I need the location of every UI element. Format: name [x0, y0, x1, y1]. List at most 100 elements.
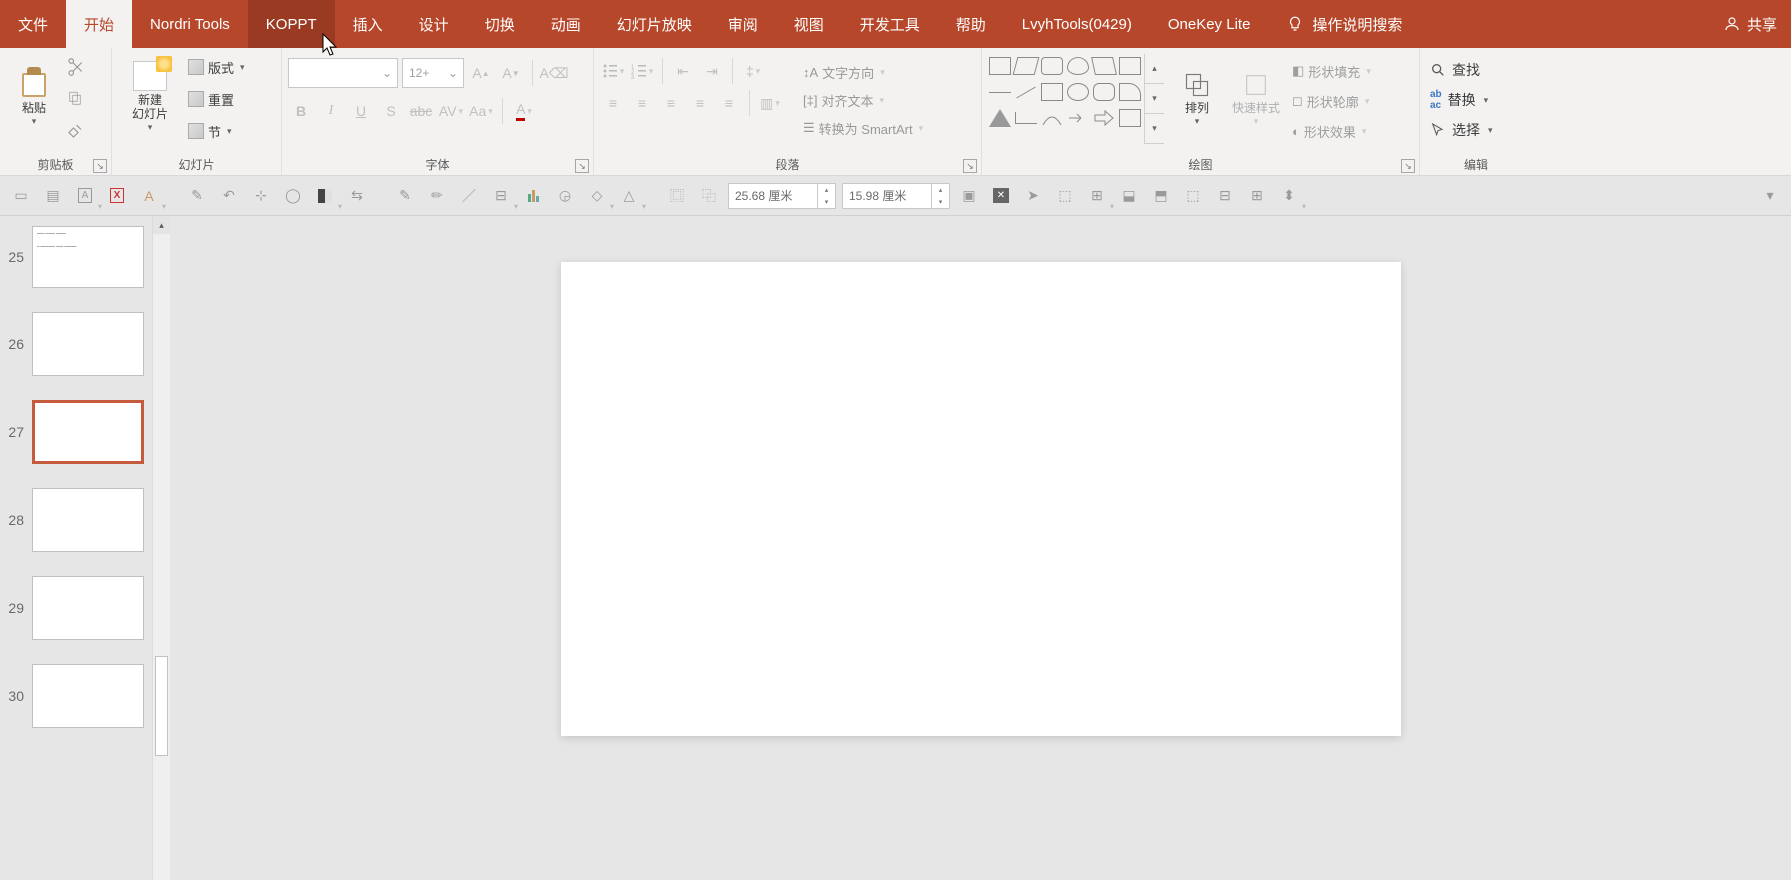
qt-shape-b[interactable]: △	[616, 183, 642, 209]
shape-arrow-right-icon[interactable]	[1067, 109, 1089, 127]
spin-up-icon[interactable]: ▴	[931, 184, 949, 196]
qt-tool-5[interactable]: A	[136, 183, 162, 209]
tab-developer[interactable]: 开发工具	[842, 0, 938, 48]
qt-group-2[interactable]: ⿻	[696, 183, 722, 209]
tell-me-search[interactable]: 操作说明搜索	[1268, 0, 1420, 48]
arrange-button[interactable]: 排列 ▾	[1174, 54, 1220, 144]
qt-eyedrop-3[interactable]: ／	[456, 183, 482, 209]
shapes-gallery[interactable]: ▴ ▾ ▾	[988, 54, 1166, 144]
qt-tool-4[interactable]: X	[104, 183, 130, 209]
qt-distribute[interactable]: ⊞	[1084, 183, 1110, 209]
qt-misc-3[interactable]: ⊞	[1244, 183, 1270, 209]
qt-align[interactable]: ⊟	[488, 183, 514, 209]
dialog-launcher-icon[interactable]: ↘	[963, 159, 977, 173]
qt-misc-4[interactable]: ⬍	[1276, 183, 1302, 209]
shape-round-rect2-icon[interactable]	[1093, 83, 1115, 101]
gallery-more-icon[interactable]: ▾	[1145, 114, 1164, 144]
shape-arrow-block-icon[interactable]	[1093, 109, 1115, 127]
tab-file[interactable]: 文件	[0, 0, 66, 48]
dialog-launcher-icon[interactable]: ↘	[1401, 159, 1415, 173]
tab-animations[interactable]: 动画	[533, 0, 599, 48]
shape-oval-icon[interactable]	[1067, 83, 1089, 101]
slide-thumbnail-active[interactable]	[32, 400, 144, 464]
slide-thumbnail[interactable]: ━━━ ━━━━ ━━━━━ ━━━━━━ ━━━ ━━━━━	[32, 226, 144, 288]
font-size-combo[interactable]: 12+⌄	[402, 58, 464, 88]
shape-callout-icon[interactable]	[1067, 57, 1089, 75]
slide-thumbnail[interactable]	[32, 664, 144, 728]
qt-circle[interactable]: ◯	[280, 183, 306, 209]
shape-rectangle-icon[interactable]	[989, 57, 1011, 75]
qt-palette[interactable]	[312, 183, 338, 209]
qt-snap[interactable]: ⬚	[1052, 183, 1078, 209]
qt-pen-3[interactable]: ⊹	[248, 183, 274, 209]
slide-thumbnail[interactable]	[32, 576, 144, 640]
qt-bringfront[interactable]: ⬒	[1148, 183, 1174, 209]
tab-home[interactable]: 开始	[66, 0, 132, 48]
slide-canvas-area[interactable]	[170, 216, 1791, 880]
qt-misc-2[interactable]: ⊟	[1212, 183, 1238, 209]
qt-tool-2[interactable]: ▤	[40, 183, 66, 209]
qt-pen-1[interactable]: ✎	[184, 183, 210, 209]
shape-snip-rect-icon[interactable]	[1119, 83, 1141, 101]
qt-pen-2[interactable]: ↶	[216, 183, 242, 209]
qt-shape-a[interactable]: ◇	[584, 183, 610, 209]
qt-lock[interactable]: ▣	[956, 183, 982, 209]
qt-close[interactable]: ✕	[988, 183, 1014, 209]
shape-line-icon[interactable]	[989, 92, 1011, 93]
tab-view[interactable]: 视图	[776, 0, 842, 48]
tab-lvyhtools[interactable]: LvyhTools(0429)	[1004, 0, 1150, 48]
tab-slideshow[interactable]: 幻灯片放映	[599, 0, 710, 48]
qt-donut[interactable]: ◶	[552, 183, 578, 209]
slide-thumbnail[interactable]	[32, 488, 144, 552]
spin-down-icon[interactable]: ▾	[931, 196, 949, 208]
tab-review[interactable]: 审阅	[710, 0, 776, 48]
shape-textbox-icon[interactable]	[1119, 57, 1141, 75]
tab-design[interactable]: 设计	[401, 0, 467, 48]
shape-rect2-icon[interactable]	[1041, 83, 1063, 101]
qt-eyedrop-1[interactable]: ✎	[392, 183, 418, 209]
spin-down-icon[interactable]: ▾	[817, 196, 835, 208]
qt-switch[interactable]: ⇆	[344, 183, 370, 209]
layout-button[interactable]: 版式▾	[182, 54, 251, 80]
qt-cursor[interactable]: ➤	[1020, 183, 1046, 209]
qt-misc-1[interactable]: ⬚	[1180, 183, 1206, 209]
reset-button[interactable]: 重置	[182, 86, 251, 112]
qt-sendback[interactable]: ⬓	[1116, 183, 1142, 209]
qt-tool-3[interactable]: A	[72, 183, 98, 209]
tab-help[interactable]: 帮助	[938, 0, 1004, 48]
select-button[interactable]: 选择▾	[1426, 116, 1497, 144]
tab-koppt[interactable]: KOPPT	[248, 0, 335, 48]
shape-rounded-rect-icon[interactable]	[1041, 57, 1063, 75]
shape-diagonal-line-icon[interactable]	[1016, 87, 1036, 99]
qt-tool-1[interactable]: ▭	[8, 183, 34, 209]
share-button[interactable]: 共享	[1709, 0, 1791, 48]
slide-canvas[interactable]	[561, 262, 1401, 736]
find-button[interactable]: 查找	[1426, 56, 1497, 84]
shape-triangle-icon[interactable]	[989, 109, 1011, 127]
new-slide-button[interactable]: 新建 幻灯片 ▾	[118, 52, 182, 142]
qt-chart[interactable]	[520, 183, 546, 209]
dialog-launcher-icon[interactable]: ↘	[93, 159, 107, 173]
gallery-up-icon[interactable]: ▴	[1145, 54, 1164, 84]
qt-eyedrop-2[interactable]: ✏	[424, 183, 450, 209]
thumb-scrollbar[interactable]: ▴	[152, 216, 170, 880]
gallery-down-icon[interactable]: ▾	[1145, 84, 1164, 114]
spin-up-icon[interactable]: ▴	[817, 184, 835, 196]
tab-insert[interactable]: 插入	[335, 0, 401, 48]
shape-curve-icon[interactable]	[1041, 109, 1063, 127]
paste-button[interactable]: 粘贴 ▾	[6, 52, 62, 142]
tab-nordri-tools[interactable]: Nordri Tools	[132, 0, 248, 48]
height-spinner[interactable]: 15.98 厘米▴▾	[842, 183, 950, 209]
qt-overflow[interactable]: ▾	[1757, 183, 1783, 209]
replace-button[interactable]: abac替换▾	[1426, 86, 1497, 114]
slide-thumbnail[interactable]	[32, 312, 144, 376]
tab-transitions[interactable]: 切换	[467, 0, 533, 48]
shape-parallelogram-icon[interactable]	[1091, 57, 1117, 75]
scroll-up-icon[interactable]: ▴	[153, 216, 170, 234]
shape-more-icon[interactable]	[1119, 109, 1141, 127]
shape-elbow-icon[interactable]	[1015, 112, 1037, 124]
slide-thumbnail-pane[interactable]: 25 ━━━ ━━━━ ━━━━━ ━━━━━━ ━━━ ━━━━━ 26 27…	[0, 216, 170, 880]
shape-trapezoid-icon[interactable]	[1013, 57, 1040, 75]
section-button[interactable]: 节▾	[182, 118, 251, 144]
width-spinner[interactable]: 25.68 厘米▴▾	[728, 183, 836, 209]
